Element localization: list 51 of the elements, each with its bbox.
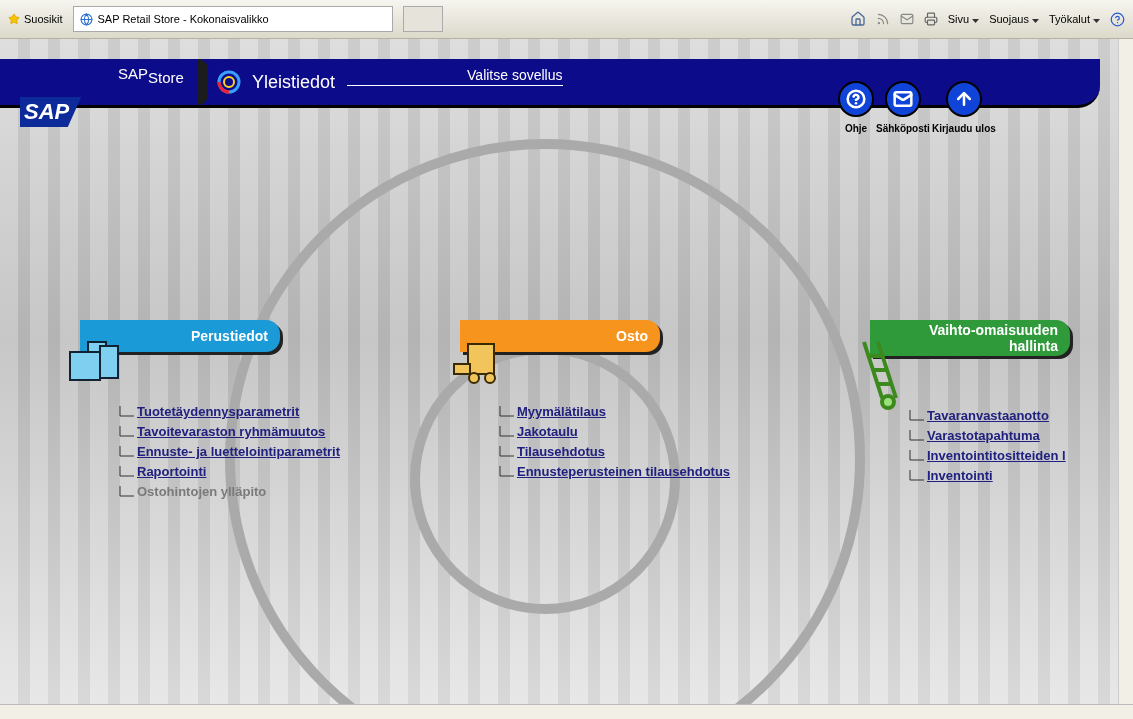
tree-branch-icon [118, 485, 134, 498]
menu-link[interactable]: Tavaranvastaanotto [927, 408, 1049, 423]
horizontal-scrollbar[interactable] [0, 704, 1133, 719]
help-icon [846, 89, 866, 109]
star-icon [8, 13, 20, 25]
menu-link[interactable]: Tuotetäydennysparametrit [137, 404, 300, 419]
tree-branch-icon [908, 409, 924, 422]
tree-branch-icon [908, 469, 924, 482]
print-icon[interactable] [923, 12, 938, 26]
header-action-link[interactable]: Kirjaudu ulos [931, 81, 996, 134]
caret-icon [972, 19, 980, 23]
menu-link[interactable]: Inventointi [927, 468, 993, 483]
toolbar-menu[interactable]: Sivu [947, 13, 980, 25]
mail-icon[interactable] [899, 12, 914, 26]
menu-link[interactable]: Ennuste- ja luettelointiparametrit [137, 444, 340, 459]
tree-branch-icon [118, 425, 134, 438]
vertical-scrollbar[interactable] [1118, 39, 1133, 704]
tree-branch-icon [498, 425, 514, 438]
home-icon[interactable] [849, 11, 866, 27]
mail-icon [892, 89, 913, 109]
tree-branch-icon [118, 445, 134, 458]
feed-icon[interactable] [875, 12, 890, 26]
browser-tab[interactable]: SAP Retail Store - Kokonaisvalikko [72, 6, 393, 32]
brand-logo: SAP [20, 97, 82, 127]
tree-branch-icon [118, 465, 134, 478]
app-select-link[interactable]: Valitse sovellus [347, 66, 563, 86]
toolbar-menu[interactable]: Suojaus [989, 13, 1039, 25]
rings-logo-icon [216, 69, 242, 95]
menu-link[interactable]: Tavoitevaraston ryhmämuutos [137, 424, 326, 439]
toolbar-menu[interactable]: Työkalut [1048, 13, 1100, 25]
menu-link[interactable]: Jakotaulu [517, 424, 578, 439]
caret-icon [1031, 19, 1039, 23]
tree-branch-icon [498, 465, 514, 478]
favorites-button[interactable]: Suosikit [24, 13, 63, 25]
header-action-link[interactable]: Sähköposti [876, 81, 930, 134]
menu-link[interactable]: Varastotapahtuma [927, 428, 1040, 443]
menu-link[interactable]: Tilausehdotus [517, 444, 605, 459]
tree-branch-icon [908, 449, 924, 462]
menu-link[interactable]: Raportointi [137, 464, 207, 479]
tree-branch-icon [498, 405, 514, 418]
globe-icon [79, 12, 93, 26]
tree-branch-icon [118, 405, 134, 418]
menu-link[interactable]: Ennusteperusteinen tilausehdotus [517, 464, 731, 479]
caret-icon [1093, 19, 1100, 23]
page-title: Yleistiedot [252, 71, 336, 93]
menu-link[interactable]: Myymälätilaus [517, 404, 606, 419]
new-tab-button[interactable] [402, 6, 443, 32]
tree-branch-icon [908, 429, 924, 442]
help-icon[interactable] [1110, 11, 1125, 27]
tree-branch-icon [498, 445, 514, 458]
menu-link[interactable]: Inventointitositteiden l [927, 448, 1066, 463]
